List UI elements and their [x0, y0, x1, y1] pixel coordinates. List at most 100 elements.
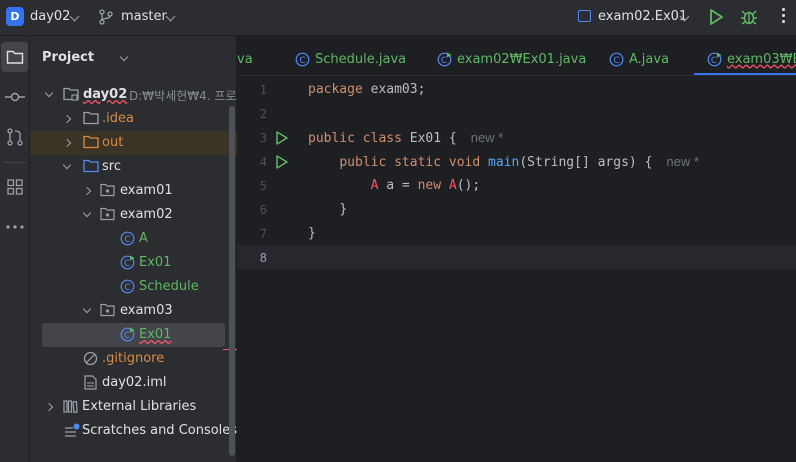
tree-item-exam02[interactable]: exam02 [30, 203, 237, 227]
tree-label: .gitignore [102, 351, 165, 366]
tree-label: External Libraries [82, 399, 197, 414]
tree-label: exam03 [120, 303, 173, 318]
expand-arrow-icon[interactable] [82, 208, 92, 218]
panel-scrollbar[interactable] [229, 106, 235, 456]
runnable-class-icon: C [120, 327, 135, 342]
code-keyword: new [417, 178, 442, 193]
tab-label: Schedule.java [315, 51, 407, 67]
git-branch-icon [99, 9, 113, 25]
branch-dropdown[interactable]: master [121, 9, 167, 24]
class-icon: C [609, 52, 624, 66]
project-name-dropdown[interactable]: day02 [30, 9, 70, 24]
code-unresolved-class: A [441, 178, 457, 193]
editor-tab[interactable]: C Schedule.java [295, 49, 406, 69]
svg-text:C: C [441, 55, 447, 65]
line-number: 8 [259, 251, 267, 265]
project-badge[interactable]: D [6, 7, 24, 26]
tree-item-exam01[interactable]: exam01 [30, 179, 237, 203]
expand-arrow-icon[interactable] [82, 186, 92, 196]
expand-arrow-icon[interactable] [82, 304, 92, 314]
svg-text:C: C [613, 55, 619, 65]
excluded-folder-icon [83, 135, 99, 149]
tree-item-class-a[interactable]: C A [30, 227, 237, 251]
svg-text:C: C [711, 55, 717, 65]
code-editor[interactable]: 1 2 3 4 5 6 7 8 package exam03; public c… [237, 76, 796, 462]
folder-icon [83, 111, 99, 125]
tree-label: A [139, 231, 148, 246]
tree-label: exam01 [120, 183, 173, 198]
line-number: 2 [259, 107, 267, 121]
editor-tab-active[interactable]: C exam03₩Ex [707, 49, 796, 69]
expand-arrow-icon[interactable] [62, 160, 72, 170]
tree-item-external-libraries[interactable]: External Libraries [30, 395, 237, 419]
line-number: 6 [259, 203, 267, 217]
source-folder-icon [83, 159, 99, 173]
structure-tool-button[interactable] [0, 172, 30, 202]
file-icon [84, 375, 97, 390]
tree-item-schedule[interactable]: C Schedule [30, 275, 237, 299]
commit-icon [5, 92, 25, 102]
tree-label: day02 [83, 87, 128, 102]
editor-tab[interactable]: C exam02₩Ex01.java [437, 49, 586, 69]
tree-label: src [102, 159, 121, 174]
run-gutter-icon[interactable] [275, 130, 289, 146]
tab-label: va [237, 51, 253, 67]
tree-label: Ex01 [139, 327, 172, 342]
pull-requests-tool-button[interactable] [0, 122, 30, 152]
tree-item-gitignore[interactable]: .gitignore [30, 347, 237, 371]
code-vision-hint[interactable]: new * [666, 154, 699, 169]
chevron-down-icon [165, 11, 176, 22]
debug-icon[interactable] [740, 8, 758, 26]
toolstrip-divider [4, 162, 26, 163]
title-bar: D day02 master exam02.Ex01 [0, 0, 796, 36]
tree-item-src[interactable]: src [30, 155, 237, 179]
chevron-down-icon[interactable] [119, 52, 129, 62]
code-keyword: public class [308, 131, 402, 146]
package-icon [100, 303, 115, 317]
expand-arrow-icon[interactable] [62, 114, 72, 124]
run-icon[interactable] [708, 8, 724, 26]
tree-item-day02[interactable]: day02 D:₩박세현₩4. 프로 [30, 83, 237, 107]
tree-item-exam02-ex01[interactable]: C Ex01 [30, 251, 237, 275]
editor-tab[interactable]: va [237, 49, 253, 69]
ignore-file-icon [83, 351, 98, 366]
runnable-class-icon: C [437, 52, 452, 66]
line-number: 7 [259, 227, 267, 241]
line-number: 5 [259, 179, 267, 193]
code-text: } [339, 202, 348, 217]
svg-text:C: C [124, 259, 130, 269]
tree-item-iml[interactable]: day02.iml [30, 371, 237, 395]
code-text: a = [378, 178, 418, 193]
expand-arrow-icon[interactable] [62, 138, 72, 148]
tree-item-exam03-ex01[interactable]: C Ex01 [42, 323, 225, 347]
svg-text:C: C [124, 235, 130, 245]
expand-arrow-icon[interactable] [44, 88, 54, 98]
class-icon: C [295, 52, 310, 66]
tree-item-idea[interactable]: .idea [30, 107, 237, 131]
editor-tab[interactable]: C A.java [609, 49, 669, 69]
run-config-dropdown[interactable]: exam02.Ex01 [598, 9, 687, 24]
tree-item-out[interactable]: out [30, 131, 237, 155]
code-vision-hint[interactable]: new * [471, 130, 504, 145]
more-tools-button[interactable] [0, 212, 30, 242]
project-tool-window: Project day02 D:₩박세현₩4. 프로 .idea out src [30, 36, 237, 462]
project-tool-button[interactable] [1, 42, 28, 72]
more-options-icon[interactable] [780, 8, 786, 26]
tree-item-scratches[interactable]: Scratches and Consoles [30, 419, 237, 443]
tree-item-exam03[interactable]: exam03 [30, 299, 237, 323]
panel-title[interactable]: Project [42, 50, 94, 65]
line-number: 4 [259, 155, 267, 169]
svg-text:C: C [124, 283, 130, 293]
code-line-3: public class Ex01 { new * [308, 130, 503, 146]
code-text: (String[] args) { [519, 155, 653, 170]
code-text: Ex01 { [401, 131, 457, 146]
code-line-1: package exam03; [308, 82, 425, 97]
tree-label: .idea [102, 111, 134, 126]
structure-icon [7, 179, 23, 195]
expand-arrow-icon[interactable] [44, 402, 54, 412]
code-line-7: } [308, 226, 316, 241]
code-method-name: main [488, 155, 520, 170]
run-gutter-icon[interactable] [275, 154, 289, 170]
code-text: } [308, 226, 316, 241]
commit-tool-button[interactable] [0, 82, 30, 112]
